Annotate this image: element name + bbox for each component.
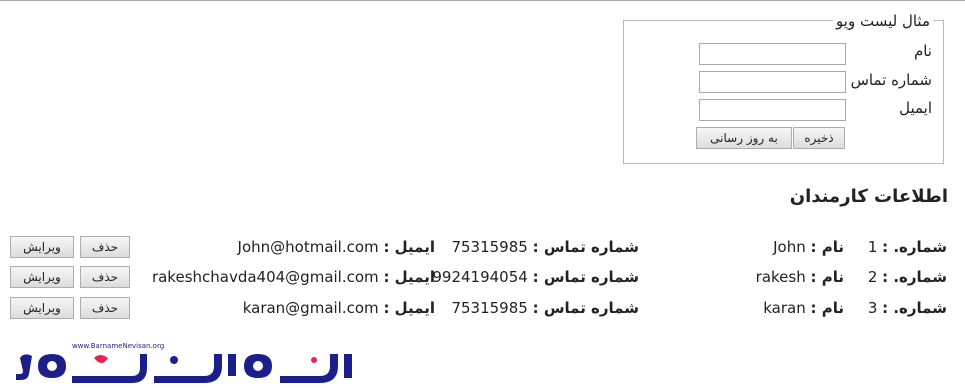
delete-button[interactable]: حذف — [80, 266, 130, 288]
top-divider — [0, 0, 965, 1]
row-email: ایمیل : John@hotmail.com — [237, 238, 435, 256]
name-label: نام — [913, 42, 932, 60]
edit-button[interactable]: ویرایش — [10, 236, 74, 258]
save-button[interactable]: ذخیره — [793, 127, 845, 149]
phone-input[interactable] — [699, 71, 846, 93]
email-label: ایمیل — [899, 99, 932, 117]
row-phone: شماره تماس : 9924194054 — [432, 268, 639, 286]
row-name: نام : karan — [763, 299, 844, 317]
row-phone: شماره تماس : 75315985 — [451, 299, 639, 317]
logo-url: www.BarnameNevisan.org — [72, 342, 164, 350]
table-row: شماره. : 3 نام : karan شماره تماس : 7531… — [0, 295, 965, 321]
email-input[interactable] — [699, 99, 846, 121]
barnamenevisan-logo-icon: www.BarnameNevisan.org — [16, 342, 352, 383]
table-row: شماره. : 2 نام : rakesh شماره تماس : 992… — [0, 264, 965, 290]
name-input[interactable] — [699, 43, 846, 65]
row-number: شماره. : 2 — [867, 268, 947, 286]
edit-button[interactable]: ویرایش — [10, 266, 74, 288]
row-email: ایمیل : rakeshchavda404@gmail.com — [151, 268, 435, 286]
form-legend: مثال لیست ویو — [833, 11, 933, 31]
phone-label: شماره تماس — [850, 71, 932, 89]
row-number: شماره. : 3 — [867, 299, 947, 317]
delete-button[interactable]: حذف — [80, 236, 130, 258]
table-row: شماره. : 1 نام : John شماره تماس : 75315… — [0, 234, 965, 260]
row-email: ایمیل : karan@gmail.com — [242, 299, 435, 317]
row-name: نام : rakesh — [755, 268, 844, 286]
delete-button[interactable]: حذف — [80, 297, 130, 319]
row-phone: شماره تماس : 75315985 — [451, 238, 639, 256]
update-button[interactable]: به روز رسانی — [696, 127, 792, 149]
site-logo: www.BarnameNevisan.org — [14, 336, 364, 384]
list-view-form: مثال لیست ویو نام شماره تماس ایمیل ذخیره… — [623, 11, 944, 164]
row-name: نام : John — [773, 238, 844, 256]
edit-button[interactable]: ویرایش — [10, 297, 74, 319]
row-number: شماره. : 1 — [867, 238, 947, 256]
employees-heading: اطلاعات کارمندان — [789, 186, 948, 207]
